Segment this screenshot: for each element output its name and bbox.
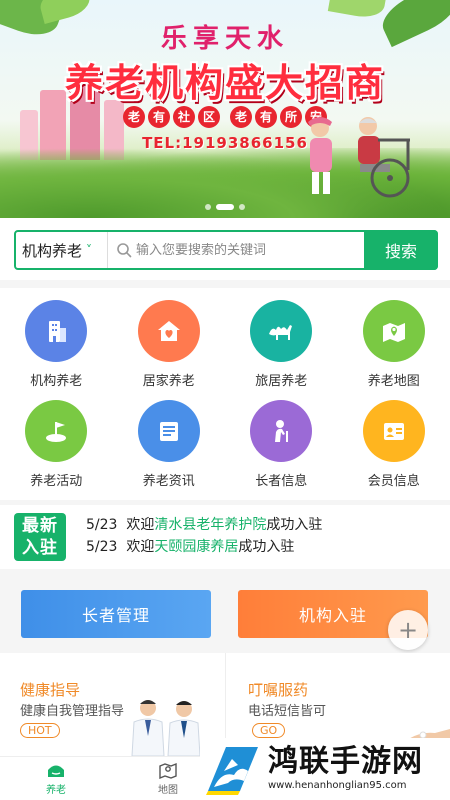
banner-tag-char: 有 <box>148 106 170 128</box>
grid-item-member-info[interactable]: 会员信息 <box>338 394 450 494</box>
service-grid: 机构养老 居家养老 旅居养老 养老地图 养老活动 养老资讯 长者信息 会员信息 <box>0 288 450 500</box>
search-input[interactable] <box>136 242 364 258</box>
nav-label: 养老 <box>46 785 66 796</box>
caregiver-illustration <box>308 117 410 198</box>
chevron-down-icon: ˅ <box>86 243 93 257</box>
search-category-label: 机构养老 <box>22 241 83 260</box>
banner-pager[interactable] <box>0 204 450 210</box>
map-pin-icon <box>362 300 425 362</box>
news-date: 5/23 <box>86 539 118 555</box>
news-item[interactable]: 5/23 欢迎天颐园康养居成功入驻 <box>86 536 294 556</box>
plus-icon: + <box>397 616 419 644</box>
map-icon <box>159 762 177 779</box>
grid-label: 养老资讯 <box>142 474 195 489</box>
banner-tag-char: 区 <box>198 106 220 128</box>
watermark-url: www.henanhonglian95.com <box>268 780 407 791</box>
elder-icon <box>250 400 313 462</box>
card-title: 叮嘱服药 <box>248 681 309 699</box>
banner-tag-char: 有 <box>255 106 277 128</box>
watermark-name: 鸿联手游网 <box>268 744 423 779</box>
watermark-logo <box>206 747 258 795</box>
promo-banner[interactable]: 乐享天水 养老机构盛大招商 老 有 社 区 老 有 所 安 TEL:191938… <box>0 0 450 218</box>
news-prefix: 欢迎 <box>126 539 155 555</box>
go-badge: GO <box>252 723 286 738</box>
news-badge-line: 最新 <box>22 516 58 536</box>
news-institution-name: 清水县老年养护院 <box>154 517 267 533</box>
doctors-illustration <box>131 700 201 756</box>
action-buttons: 长者管理 机构入驻 <box>0 578 450 648</box>
member-card-icon <box>362 400 425 462</box>
search-button[interactable]: 搜索 <box>364 230 438 270</box>
grid-item-elder-info[interactable]: 长者信息 <box>225 394 338 494</box>
home-heart-icon <box>137 300 200 362</box>
floating-add-button[interactable]: + <box>388 610 428 650</box>
grid-item-home-care[interactable]: 居家养老 <box>113 294 226 394</box>
pager-dot-active[interactable] <box>216 204 234 210</box>
news-suffix: 成功入驻 <box>238 539 295 555</box>
banner-tag-char: 社 <box>173 106 195 128</box>
flag-icon <box>25 400 88 462</box>
hot-badge: HOT <box>20 723 60 738</box>
home-icon <box>48 765 64 777</box>
search-area: 机构养老 ˅ 搜索 <box>0 218 450 280</box>
elder-management-button[interactable]: 长者管理 <box>21 590 211 638</box>
site-watermark: 鸿联手游网 www.henanhonglian95.com <box>200 738 450 800</box>
news-icon <box>137 400 200 462</box>
banner-tag-char: 老 <box>123 106 145 128</box>
grid-label: 养老地图 <box>367 374 420 389</box>
grid-label: 旅居养老 <box>255 374 308 389</box>
nav-label: 地图 <box>158 785 178 796</box>
news-suffix: 成功入驻 <box>266 517 323 533</box>
grid-label: 会员信息 <box>367 474 420 489</box>
building-icon <box>25 300 88 362</box>
card-subtitle: 电话短信皆可 <box>248 704 327 719</box>
grid-item-care-activity[interactable]: 养老活动 <box>0 394 113 494</box>
app-root: 乐享天水 养老机构盛大招商 老 有 社 区 老 有 所 安 TEL:191938… <box>0 0 450 800</box>
search-box: 机构养老 ˅ 搜索 <box>14 230 438 270</box>
nav-item-home[interactable]: 养老 <box>0 757 112 800</box>
news-badge: 最新 入驻 <box>14 513 66 561</box>
news-institution-name: 天颐园康养居 <box>154 539 239 555</box>
banner-tag-group: 老 有 社 区 <box>123 106 220 128</box>
news-ticker[interactable]: 最新 入驻 5/23 欢迎清水县老年养护院成功入驻 5/23 欢迎天颐园康养居成… <box>0 505 450 569</box>
grid-item-care-news[interactable]: 养老资讯 <box>113 394 226 494</box>
grid-item-care-map[interactable]: 养老地图 <box>338 294 450 394</box>
banner-headline: 养老机构盛大招商 <box>64 61 385 105</box>
banner-tag-char: 老 <box>230 106 252 128</box>
camel-icon <box>250 300 313 362</box>
grid-label: 养老活动 <box>30 474 83 489</box>
banner-title: 乐享天水 <box>160 24 289 54</box>
grid-label: 机构养老 <box>30 374 83 389</box>
news-date: 5/23 <box>86 517 118 533</box>
grid-label: 居家养老 <box>142 374 195 389</box>
card-title: 健康指导 <box>20 681 81 699</box>
pager-dot[interactable] <box>239 204 245 210</box>
grid-label: 长者信息 <box>255 474 308 489</box>
pager-dot[interactable] <box>205 204 211 210</box>
card-subtitle: 健康自我管理指导 <box>20 704 125 719</box>
search-category-select[interactable]: 机构养老 ˅ <box>16 232 108 268</box>
news-badge-line: 入驻 <box>22 538 58 558</box>
news-prefix: 欢迎 <box>126 517 155 533</box>
search-icon <box>117 243 132 258</box>
grid-item-travel-care[interactable]: 旅居养老 <box>225 294 338 394</box>
grid-item-institution-care[interactable]: 机构养老 <box>0 294 113 394</box>
watermark-text: 鸿联手游网 www.henanhonglian95.com <box>268 745 423 793</box>
news-item[interactable]: 5/23 欢迎清水县老年养护院成功入驻 <box>86 514 322 534</box>
